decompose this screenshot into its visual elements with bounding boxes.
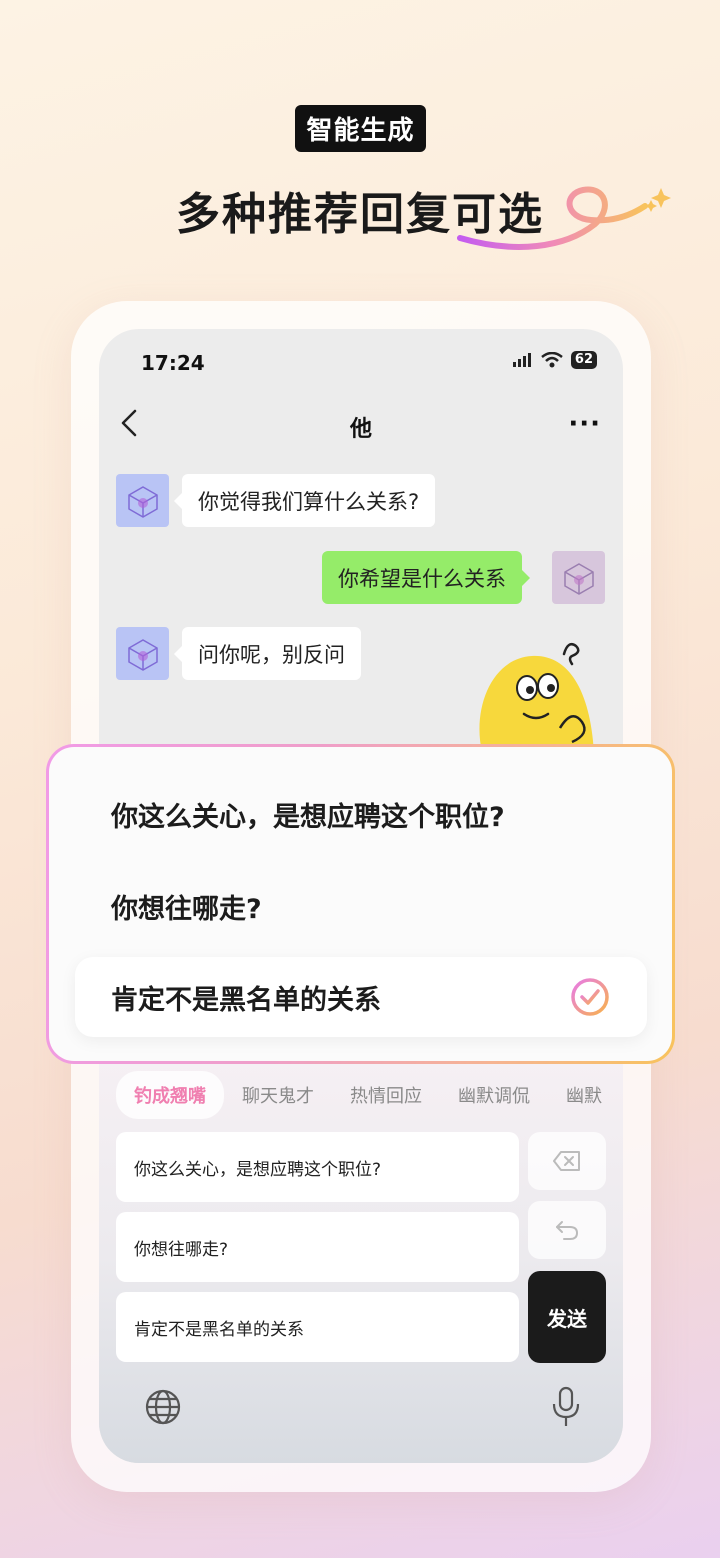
reply-option-text: 肯定不是黑名单的关系: [111, 984, 381, 1016]
globe-icon[interactable]: [143, 1385, 183, 1429]
reply-suggestion-card: 你这么关心，是想应聘这个职位? 你想往哪走? 肯定不是黑名单的关系: [46, 744, 675, 1064]
undo-icon: [556, 1221, 579, 1240]
chat-title: 他: [349, 417, 372, 442]
reply-option-text: 你这么关心，是想应聘这个职位?: [111, 801, 505, 833]
suggestion-row[interactable]: 你这么关心，是想应聘这个职位?: [116, 1132, 519, 1202]
contact-avatar[interactable]: [116, 474, 169, 527]
contact-avatar[interactable]: [116, 627, 169, 680]
mascot-illustration: [479, 643, 594, 752]
message-bubble-sent: 你希望是什么关系: [322, 551, 530, 604]
suggestion-text: 肯定不是黑名单的关系: [134, 1319, 304, 1340]
cube-avatar-icon: [127, 638, 158, 671]
sparkle-swirl-icon: [457, 186, 671, 250]
suggestion-row[interactable]: 你想往哪走?: [116, 1212, 519, 1282]
delete-key[interactable]: [528, 1132, 606, 1190]
suggestion-text: 你这么关心，是想应聘这个职位?: [134, 1159, 382, 1180]
cube-avatar-icon: [563, 562, 594, 595]
undo-key[interactable]: [528, 1201, 606, 1259]
tab-style[interactable]: 幽默: [548, 1071, 620, 1119]
tab-style[interactable]: 幽默调侃: [440, 1071, 548, 1119]
check-circle-icon: [571, 978, 609, 1016]
cube-avatar-icon: [127, 485, 158, 518]
reply-option[interactable]: 你这么关心，是想应聘这个职位?: [75, 774, 647, 854]
message-bubble-received: 你觉得我们算什么关系?: [173, 474, 436, 527]
reply-option-selected[interactable]: 肯定不是黑名单的关系: [75, 957, 647, 1037]
reply-style-tabs: 钓成翘嘴 聊天鬼才 热情回应 幽默调侃 幽默: [116, 1071, 623, 1119]
suggestion-row[interactable]: 肯定不是黑名单的关系: [116, 1292, 519, 1362]
tab-style[interactable]: 热情回应: [332, 1071, 440, 1119]
wifi-icon: [541, 352, 563, 368]
status-time: 17:24: [141, 351, 205, 375]
microphone-icon[interactable]: [546, 1385, 586, 1429]
send-button[interactable]: 发送: [528, 1271, 606, 1363]
suggestion-text: 你想往哪走?: [134, 1239, 229, 1260]
more-options-icon[interactable]: ···: [568, 409, 601, 439]
status-icons: 62: [512, 351, 597, 369]
signal-icon: [512, 353, 531, 367]
tab-style[interactable]: 聊天鬼才: [224, 1071, 332, 1119]
battery-level: 62: [570, 351, 597, 369]
promo-badge: 智能生成: [295, 105, 426, 152]
reply-option[interactable]: 你想往哪走?: [75, 866, 647, 946]
reply-option-text: 你想往哪走?: [111, 893, 262, 925]
my-avatar[interactable]: [552, 551, 605, 604]
tab-style[interactable]: 钓成翘嘴: [116, 1071, 224, 1119]
message-bubble-received: 问你呢，别反问: [174, 627, 361, 680]
backspace-icon: [553, 1151, 580, 1171]
